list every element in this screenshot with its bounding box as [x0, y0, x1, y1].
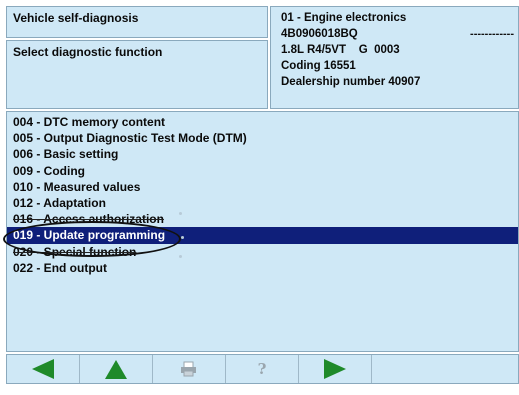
toolbar: ? — [6, 354, 519, 384]
marker-dot — [179, 255, 182, 258]
function-item-004[interactable]: 004 - DTC memory content — [7, 114, 518, 130]
function-item-012[interactable]: 012 - Adaptation — [7, 195, 518, 211]
dealership-info: Dealership number 40907 — [281, 76, 421, 88]
up-button[interactable] — [80, 355, 153, 383]
function-item-009[interactable]: 009 - Coding — [7, 163, 518, 179]
function-item-016[interactable]: 016 - Access authorization — [7, 211, 518, 227]
toolbar-empty-slot — [372, 355, 518, 383]
control-unit-name: 01 - Engine electronics — [281, 12, 407, 24]
function-item-010[interactable]: 010 - Measured values — [7, 179, 518, 195]
arrow-up-icon — [105, 360, 127, 379]
part-number-dashes: ------------ — [470, 28, 514, 40]
function-list-panel: 004 - DTC memory content 005 - Output Di… — [6, 111, 519, 352]
help-button[interactable]: ? — [226, 355, 299, 383]
function-prompt: Select diagnostic function — [13, 45, 163, 59]
function-item-022[interactable]: 022 - End output — [7, 260, 518, 276]
diagnosis-window: Vehicle self-diagnosis Select diagnostic… — [0, 0, 519, 395]
help-icon: ? — [257, 360, 267, 378]
arrow-right-icon — [324, 359, 346, 379]
engine-info: 1.8L R4/5VT G 0003 — [281, 44, 400, 56]
part-number-row: 4B0906018BQ ------------ — [271, 26, 518, 42]
printer-icon — [181, 361, 196, 377]
app-title: Vehicle self-diagnosis — [13, 11, 139, 25]
coding-info: Coding 16551 — [281, 60, 356, 72]
marker-dot — [181, 236, 184, 239]
next-button[interactable] — [299, 355, 372, 383]
function-item-019-selected[interactable]: 019 - Update programming — [7, 227, 518, 244]
function-list: 004 - DTC memory content 005 - Output Di… — [7, 112, 518, 276]
part-number: 4B0906018BQ — [281, 28, 358, 40]
function-item-005[interactable]: 005 - Output Diagnostic Test Mode (DTM) — [7, 130, 518, 146]
header: Vehicle self-diagnosis Select diagnostic… — [6, 6, 519, 109]
print-button[interactable] — [153, 355, 226, 383]
function-prompt-panel: Select diagnostic function — [6, 40, 268, 109]
control-unit-info: 01 - Engine electronics 4B0906018BQ ----… — [270, 6, 519, 109]
function-item-020[interactable]: 020 - Special function — [7, 244, 518, 260]
arrow-left-icon — [32, 359, 54, 379]
function-item-006[interactable]: 006 - Basic setting — [7, 146, 518, 162]
app-title-panel: Vehicle self-diagnosis — [6, 6, 268, 38]
back-button[interactable] — [7, 355, 80, 383]
marker-dot — [179, 212, 182, 215]
